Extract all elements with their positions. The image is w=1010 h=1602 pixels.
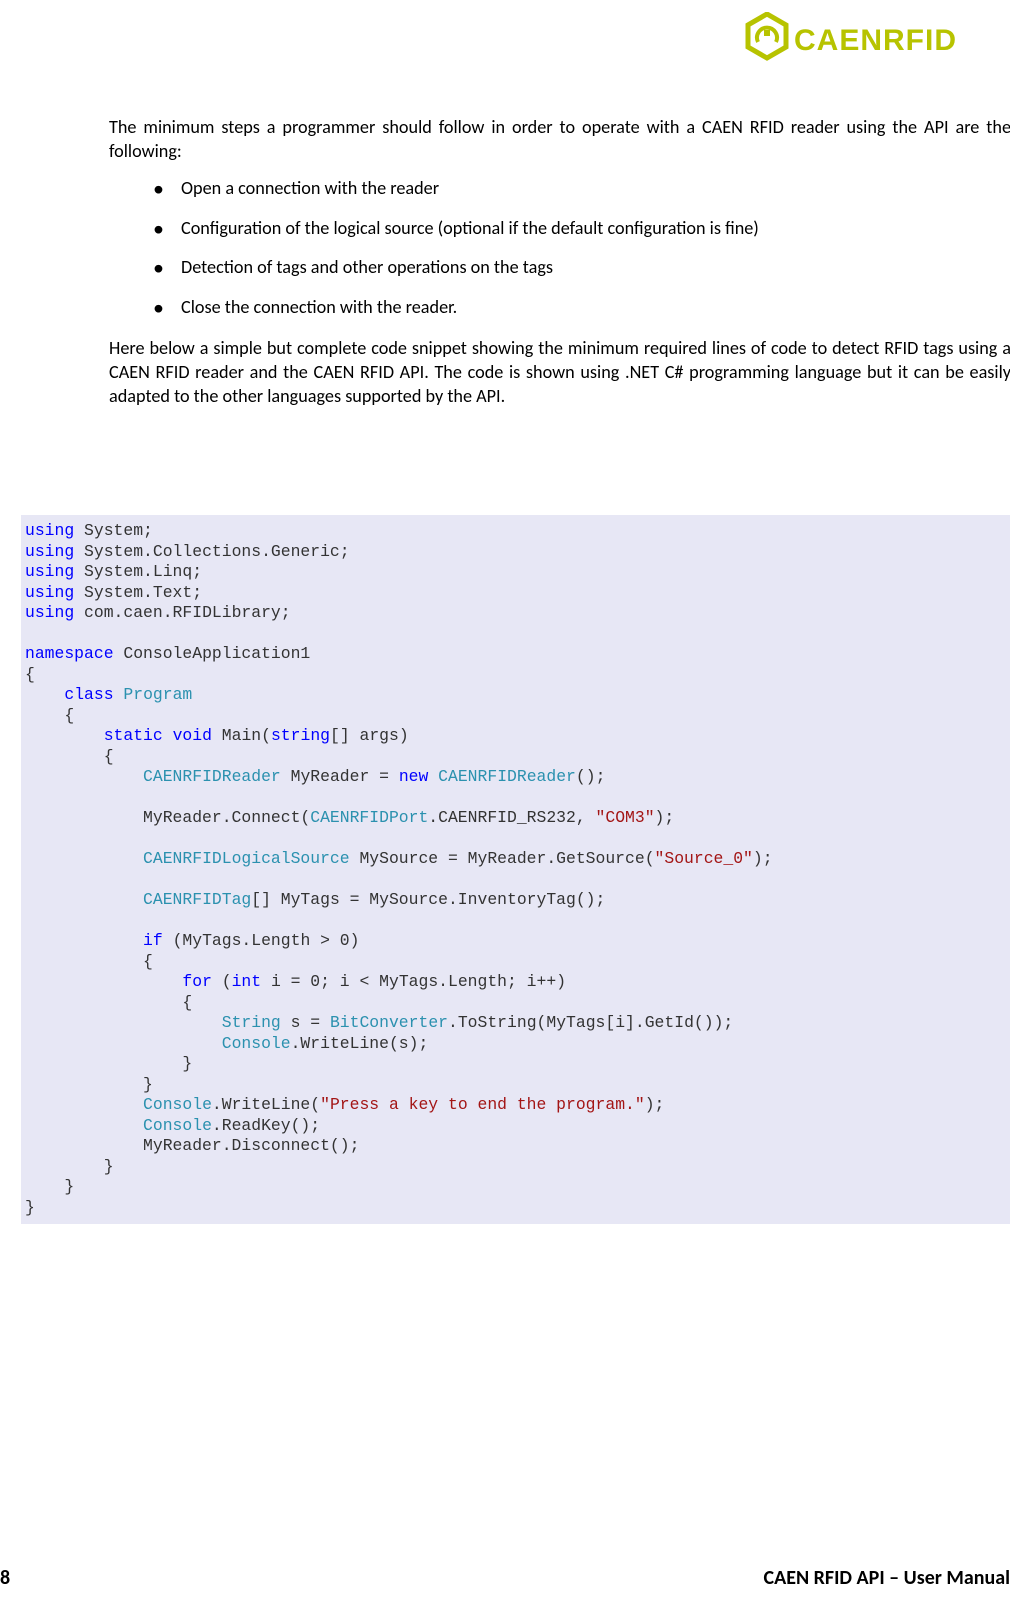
type: String xyxy=(222,1013,281,1032)
code-text: MyReader.Disconnect(); xyxy=(25,1136,359,1155)
list-item: Configuration of the logical source (opt… xyxy=(157,217,1010,241)
kw: namespace xyxy=(25,644,114,663)
kw: using xyxy=(25,562,74,581)
code-text: [] args) xyxy=(330,726,409,745)
kw: class xyxy=(64,685,113,704)
code-block: using System; using System.Collections.G… xyxy=(21,515,1010,1224)
code-text: com.caen.RFIDLibrary; xyxy=(84,603,291,622)
kw: using xyxy=(25,583,74,602)
kw: for xyxy=(182,972,212,991)
code-text: (); xyxy=(576,767,606,786)
intro-paragraph-2: Here below a simple but complete code sn… xyxy=(109,336,1010,408)
content-area: The minimum steps a programmer should fo… xyxy=(109,115,1010,408)
code-text: ); xyxy=(753,849,773,868)
intro-paragraph-1: The minimum steps a programmer should fo… xyxy=(109,115,1010,163)
code-text: System.Text; xyxy=(84,583,202,602)
code-text: s = xyxy=(281,1013,330,1032)
kw: new xyxy=(399,767,429,786)
code-text: .WriteLine(s); xyxy=(291,1034,429,1053)
page-number: 8 xyxy=(0,1566,10,1590)
type: Console xyxy=(143,1095,212,1114)
str: "Press a key to end the program." xyxy=(320,1095,645,1114)
code-text: Main( xyxy=(222,726,271,745)
code-text: .WriteLine( xyxy=(212,1095,320,1114)
steps-list: Open a connection with the reader Config… xyxy=(109,177,1010,320)
list-item: Detection of tags and other operations o… xyxy=(157,256,1010,280)
code-text: i = 0; i < MyTags.Length; i++) xyxy=(261,972,566,991)
kw: int xyxy=(232,972,262,991)
str: "COM3" xyxy=(596,808,655,827)
kw: if xyxy=(143,931,163,950)
type: CAENRFIDTag xyxy=(143,890,251,909)
type: CAENRFIDLogicalSource xyxy=(143,849,350,868)
code-text: ); xyxy=(655,808,675,827)
kw: using xyxy=(25,542,74,561)
code-text: (MyTags.Length > 0) xyxy=(163,931,360,950)
list-item: Close the connection with the reader. xyxy=(157,296,1010,320)
str: "Source_0" xyxy=(655,849,753,868)
code-text: System; xyxy=(84,521,153,540)
type: Console xyxy=(222,1034,291,1053)
kw: static xyxy=(104,726,163,745)
kw: using xyxy=(25,603,74,622)
code-text: System.Collections.Generic; xyxy=(84,542,350,561)
code-text: .ReadKey(); xyxy=(212,1116,320,1135)
type: CAENRFIDReader xyxy=(438,767,576,786)
list-item: Open a connection with the reader xyxy=(157,177,1010,201)
kw: string xyxy=(271,726,330,745)
code-text: ); xyxy=(645,1095,665,1114)
type: CAENRFIDPort xyxy=(310,808,428,827)
caenrfid-logo-icon: CAENRFID xyxy=(744,12,1004,68)
code-text: MyReader = xyxy=(281,767,399,786)
type: CAENRFIDReader xyxy=(143,767,281,786)
code-text: ConsoleApplication1 xyxy=(123,644,310,663)
code-text: ( xyxy=(212,972,232,991)
kw: using xyxy=(25,521,74,540)
footer-title: CAEN RFID API – User Manual xyxy=(764,1566,1010,1590)
code-text: .CAENRFID_RS232, xyxy=(428,808,595,827)
brand-text: CAENRFID xyxy=(794,24,957,57)
type: Console xyxy=(143,1116,212,1135)
kw: void xyxy=(173,726,212,745)
code-text: MyReader.Connect( xyxy=(25,808,310,827)
code-text: .ToString(MyTags[i].GetId()); xyxy=(448,1013,733,1032)
code-text: System.Linq; xyxy=(84,562,202,581)
type: BitConverter xyxy=(330,1013,448,1032)
code-text: MySource = MyReader.GetSource( xyxy=(350,849,655,868)
page: CAENRFID The minimum steps a programmer … xyxy=(0,0,1010,1602)
code-text: [] MyTags = MySource.InventoryTag(); xyxy=(251,890,605,909)
type: Program xyxy=(123,685,192,704)
brand-logo: CAENRFID xyxy=(744,12,1004,68)
